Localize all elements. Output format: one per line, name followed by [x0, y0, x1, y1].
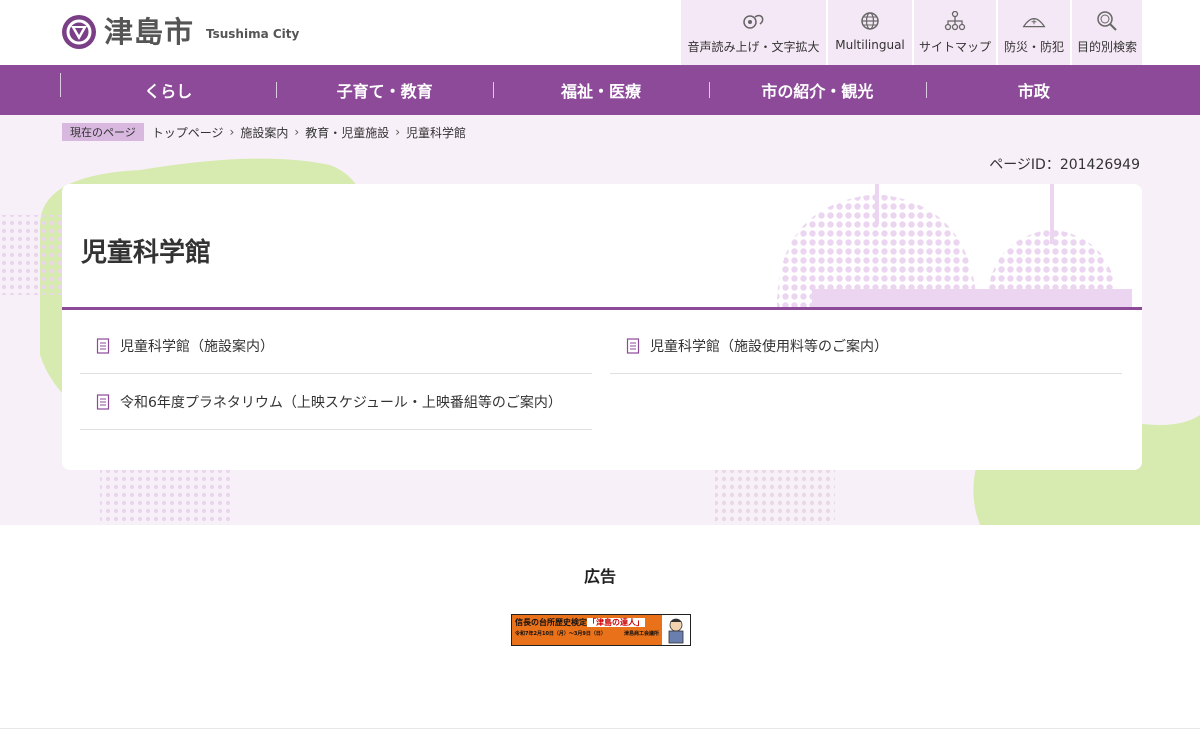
link-facility-info[interactable]: 児童科学館（施設案内） [80, 318, 592, 374]
util-search-button[interactable]: 目的別検索 [1072, 0, 1142, 65]
breadcrumb-link-top[interactable]: トップページ [152, 124, 224, 141]
ad-heading: 広告 [583, 567, 616, 586]
disaster-icon [1022, 10, 1046, 32]
search-icon [1095, 10, 1119, 32]
page-title: 児童科学館 [81, 238, 212, 268]
breadcrumb-label: 現在のページ [62, 123, 144, 141]
sitemap-icon [943, 10, 967, 32]
util-speech-label: 音声読み上げ・文字拡大 [687, 40, 820, 54]
page-id: ページID：201426949 [989, 157, 1140, 173]
festival-boat-illustration [777, 184, 1132, 307]
banner-headline: 信長の台所歴史検定「津島の達人」 [515, 617, 659, 629]
link-facility-fees[interactable]: 児童科学館（施設使用料等のご案内） [610, 318, 1122, 374]
nav-item-fukushi[interactable]: 福祉・医療 [492, 65, 709, 115]
util-speech-button[interactable]: 音声読み上げ・文字拡大 [681, 0, 826, 65]
banner-highlight: 「津島の達人」 [587, 618, 645, 627]
nav-item-shokai[interactable]: 市の紹介・観光 [709, 65, 925, 115]
speech-icon [742, 10, 766, 32]
link-planetarium[interactable]: 令和6年度プラネタリウム（上映スケジュール・上映番組等のご案内） [80, 374, 592, 430]
banner-line1: 信長の台所歴史検定 [515, 618, 587, 627]
site-name: 津島市 [104, 15, 195, 49]
site-header: 津島市 Tsushima City 音声読み上げ・文字拡大 Multilingu… [0, 0, 1200, 65]
banner-subline: 令和7年2月10日（月）～3月9日（日） 津島商工会議所 [515, 629, 659, 639]
util-disaster-label: 防災・防犯 [1003, 40, 1064, 54]
document-icon [626, 337, 640, 354]
util-disaster-button[interactable]: 防災・防犯 [998, 0, 1070, 65]
breadcrumb-link-facilities[interactable]: 施設案内 [240, 124, 288, 141]
chevron-right-icon: › [294, 125, 300, 139]
nav-item-shisei[interactable]: 市政 [925, 65, 1142, 115]
breadcrumb: 現在のページ トップページ › 施設案内 › 教育・児童施設 › 児童科学館 [62, 123, 466, 141]
utility-nav: 音声読み上げ・文字拡大 Multilingual サイトマップ 防災・防犯 目的… [679, 0, 1142, 65]
ad-banner[interactable]: 信長の台所歴史検定「津島の達人」 令和7年2月10日（月）～3月9日（日） 津島商… [511, 614, 691, 646]
util-sitemap-label: サイトマップ [918, 40, 991, 54]
util-search-label: 目的別検索 [1076, 40, 1137, 54]
chevron-right-icon: › [229, 125, 235, 139]
global-nav: くらし 子育て・教育 福祉・医療 市の紹介・観光 市政 [0, 65, 1200, 115]
content-card: 児童科学館 児童科学館（施設案内） 児童科学館（施設使用料等のご案内） 令和6年… [62, 184, 1142, 470]
nav-item-kurashi[interactable]: くらし [60, 65, 276, 115]
mascot-icon [662, 615, 690, 645]
nav-item-kosodate[interactable]: 子育て・教育 [276, 65, 492, 115]
document-icon [96, 393, 110, 410]
breadcrumb-link-education[interactable]: 教育・児童施設 [305, 124, 389, 141]
banner-sponsor: 津島商工会議所 [623, 631, 659, 637]
banner-dates: 令和7年2月10日（月）～3月9日（日） [515, 631, 606, 637]
globe-icon [858, 10, 882, 32]
link-label: 児童科学館（施設使用料等のご案内） [650, 338, 888, 355]
footer-divider [0, 728, 1200, 729]
city-emblem-icon [62, 15, 96, 49]
document-icon [96, 337, 110, 354]
chevron-right-icon: › [395, 125, 401, 139]
title-divider [62, 307, 1142, 310]
breadcrumb-current: 児童科学館 [406, 125, 467, 140]
link-label: 児童科学館（施設案内） [120, 338, 274, 355]
util-multilingual-button[interactable]: Multilingual [828, 0, 912, 65]
util-multilingual-label: Multilingual [835, 38, 905, 52]
site-name-en: Tsushima City [206, 27, 300, 41]
site-logo[interactable]: 津島市 Tsushima City [62, 15, 299, 49]
util-sitemap-button[interactable]: サイトマップ [914, 0, 996, 65]
link-label: 令和6年度プラネタリウム（上映スケジュール・上映番組等のご案内） [120, 394, 562, 411]
